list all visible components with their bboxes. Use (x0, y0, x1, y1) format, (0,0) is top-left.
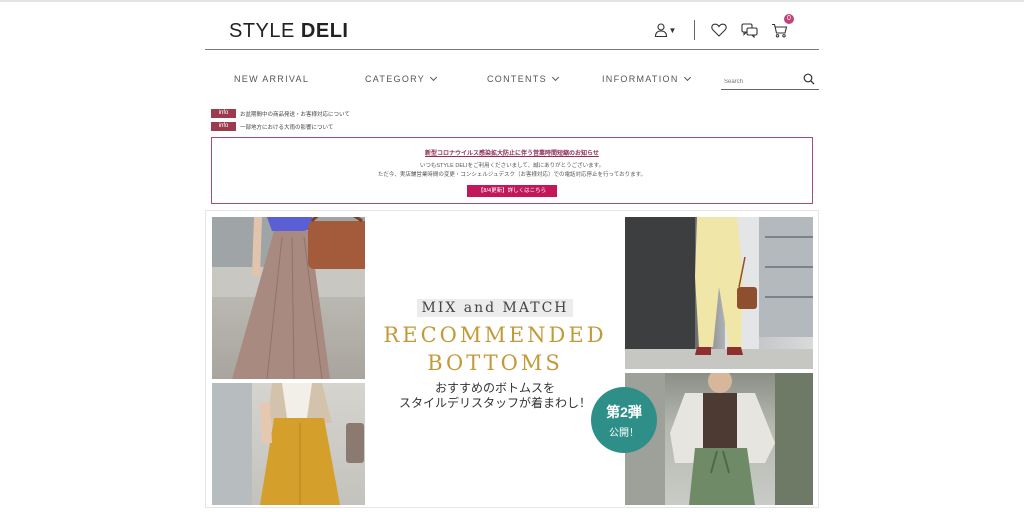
notice-box: 新型コロナウイルス感染拡大防止に伴う営業時間短縮のお知らせ いつもSTYLE D… (211, 137, 813, 204)
account-menu[interactable]: ▼ (652, 20, 678, 40)
nav-contents[interactable]: CONTENTS (487, 73, 559, 84)
site-header: STYLE DELI ▼ 0 (205, 6, 819, 50)
model-photo-yellow-jumpsuit (625, 217, 813, 369)
top-divider (0, 0, 1024, 2)
chat-button[interactable] (739, 20, 759, 40)
banner-subtitle: MIX and MATCH (417, 299, 573, 317)
search-box (721, 70, 819, 91)
banner-title-line1: RECOMMENDED (383, 323, 607, 347)
cart-icon (771, 23, 788, 38)
info-link[interactable]: お盆期間中の商品発送・お客様対応について (240, 110, 350, 118)
nav-label: NEW ARRIVAL (234, 74, 310, 84)
nav-label: CONTENTS (487, 74, 547, 84)
favorite-button[interactable] (709, 20, 729, 40)
notice-title[interactable]: 新型コロナウイルス感染拡大防止に伴う営業時間短縮のお知らせ (212, 148, 812, 157)
banner-copy: MIX and MATCH RECOMMENDED BOTTOMS おすすめのボ… (365, 211, 625, 507)
notice-line: ただ今、実店舗営業時間の変更・コンシェルジュデスク（お客様対応）での電話対応停止… (377, 171, 647, 178)
notice-details-button[interactable]: 【8/4更新】詳しくはこちら (467, 185, 557, 197)
nav-new-arrival[interactable]: NEW ARRIVAL (234, 74, 309, 84)
site-logo[interactable]: STYLE DELI (229, 20, 348, 43)
info-row[interactable]: info 一部地方における大雨の影響について (211, 122, 333, 131)
model-photo-skirt (212, 217, 365, 379)
notice-body: いつもSTYLE DELIをご利用くださいまして、誠にありがとうございます。 た… (212, 162, 812, 179)
cart-button[interactable]: 0 (769, 14, 794, 40)
model-photo-yellow-skirt (212, 383, 365, 505)
header-separator (694, 20, 695, 40)
chevron-down-icon (683, 73, 691, 82)
chevron-down-icon (430, 73, 438, 82)
hero-banner[interactable]: MIX and MATCH RECOMMENDED BOTTOMS おすすめのボ… (205, 210, 819, 508)
nav-label: INFORMATION (602, 74, 679, 84)
logo-bold-text: DELI (300, 20, 349, 42)
info-tag: info (211, 122, 236, 131)
banner-title-line2: BOTTOMS (427, 351, 563, 375)
header-icons: ▼ 0 (652, 14, 794, 40)
cart-count-badge: 0 (784, 14, 794, 24)
badge-line1: 第2弾 (606, 404, 642, 420)
model-photo-green-pants (625, 373, 813, 505)
heart-icon (711, 23, 727, 37)
caret-down-icon: ▼ (668, 25, 677, 35)
nav-label: CATEGORY (365, 74, 426, 84)
chevron-down-icon (551, 73, 559, 82)
banner-caption-line2: スタイルデリスタッフが着まわし！ (398, 396, 591, 410)
nav-information[interactable]: INFORMATION (602, 73, 691, 84)
search-input[interactable] (721, 73, 797, 91)
notice-line: いつもSTYLE DELIをご利用くださいまして、誠にありがとうございます。 (419, 163, 605, 169)
info-tag: info (211, 109, 236, 118)
nav-category[interactable]: CATEGORY (365, 73, 438, 84)
main-nav: NEW ARRIVAL CATEGORY CONTENTS INFORMATIO… (205, 62, 819, 92)
badge-line2: 公開！ (609, 428, 639, 439)
campaign-badge: 第2弾 公開！ (591, 387, 657, 453)
logo-light-text: STYLE (229, 20, 295, 42)
search-icon[interactable] (803, 73, 815, 85)
info-link[interactable]: 一部地方における大雨の影響について (240, 123, 333, 131)
chat-icon (740, 22, 758, 38)
user-icon (654, 23, 668, 37)
info-row[interactable]: info お盆期間中の商品発送・お客様対応について (211, 109, 350, 118)
